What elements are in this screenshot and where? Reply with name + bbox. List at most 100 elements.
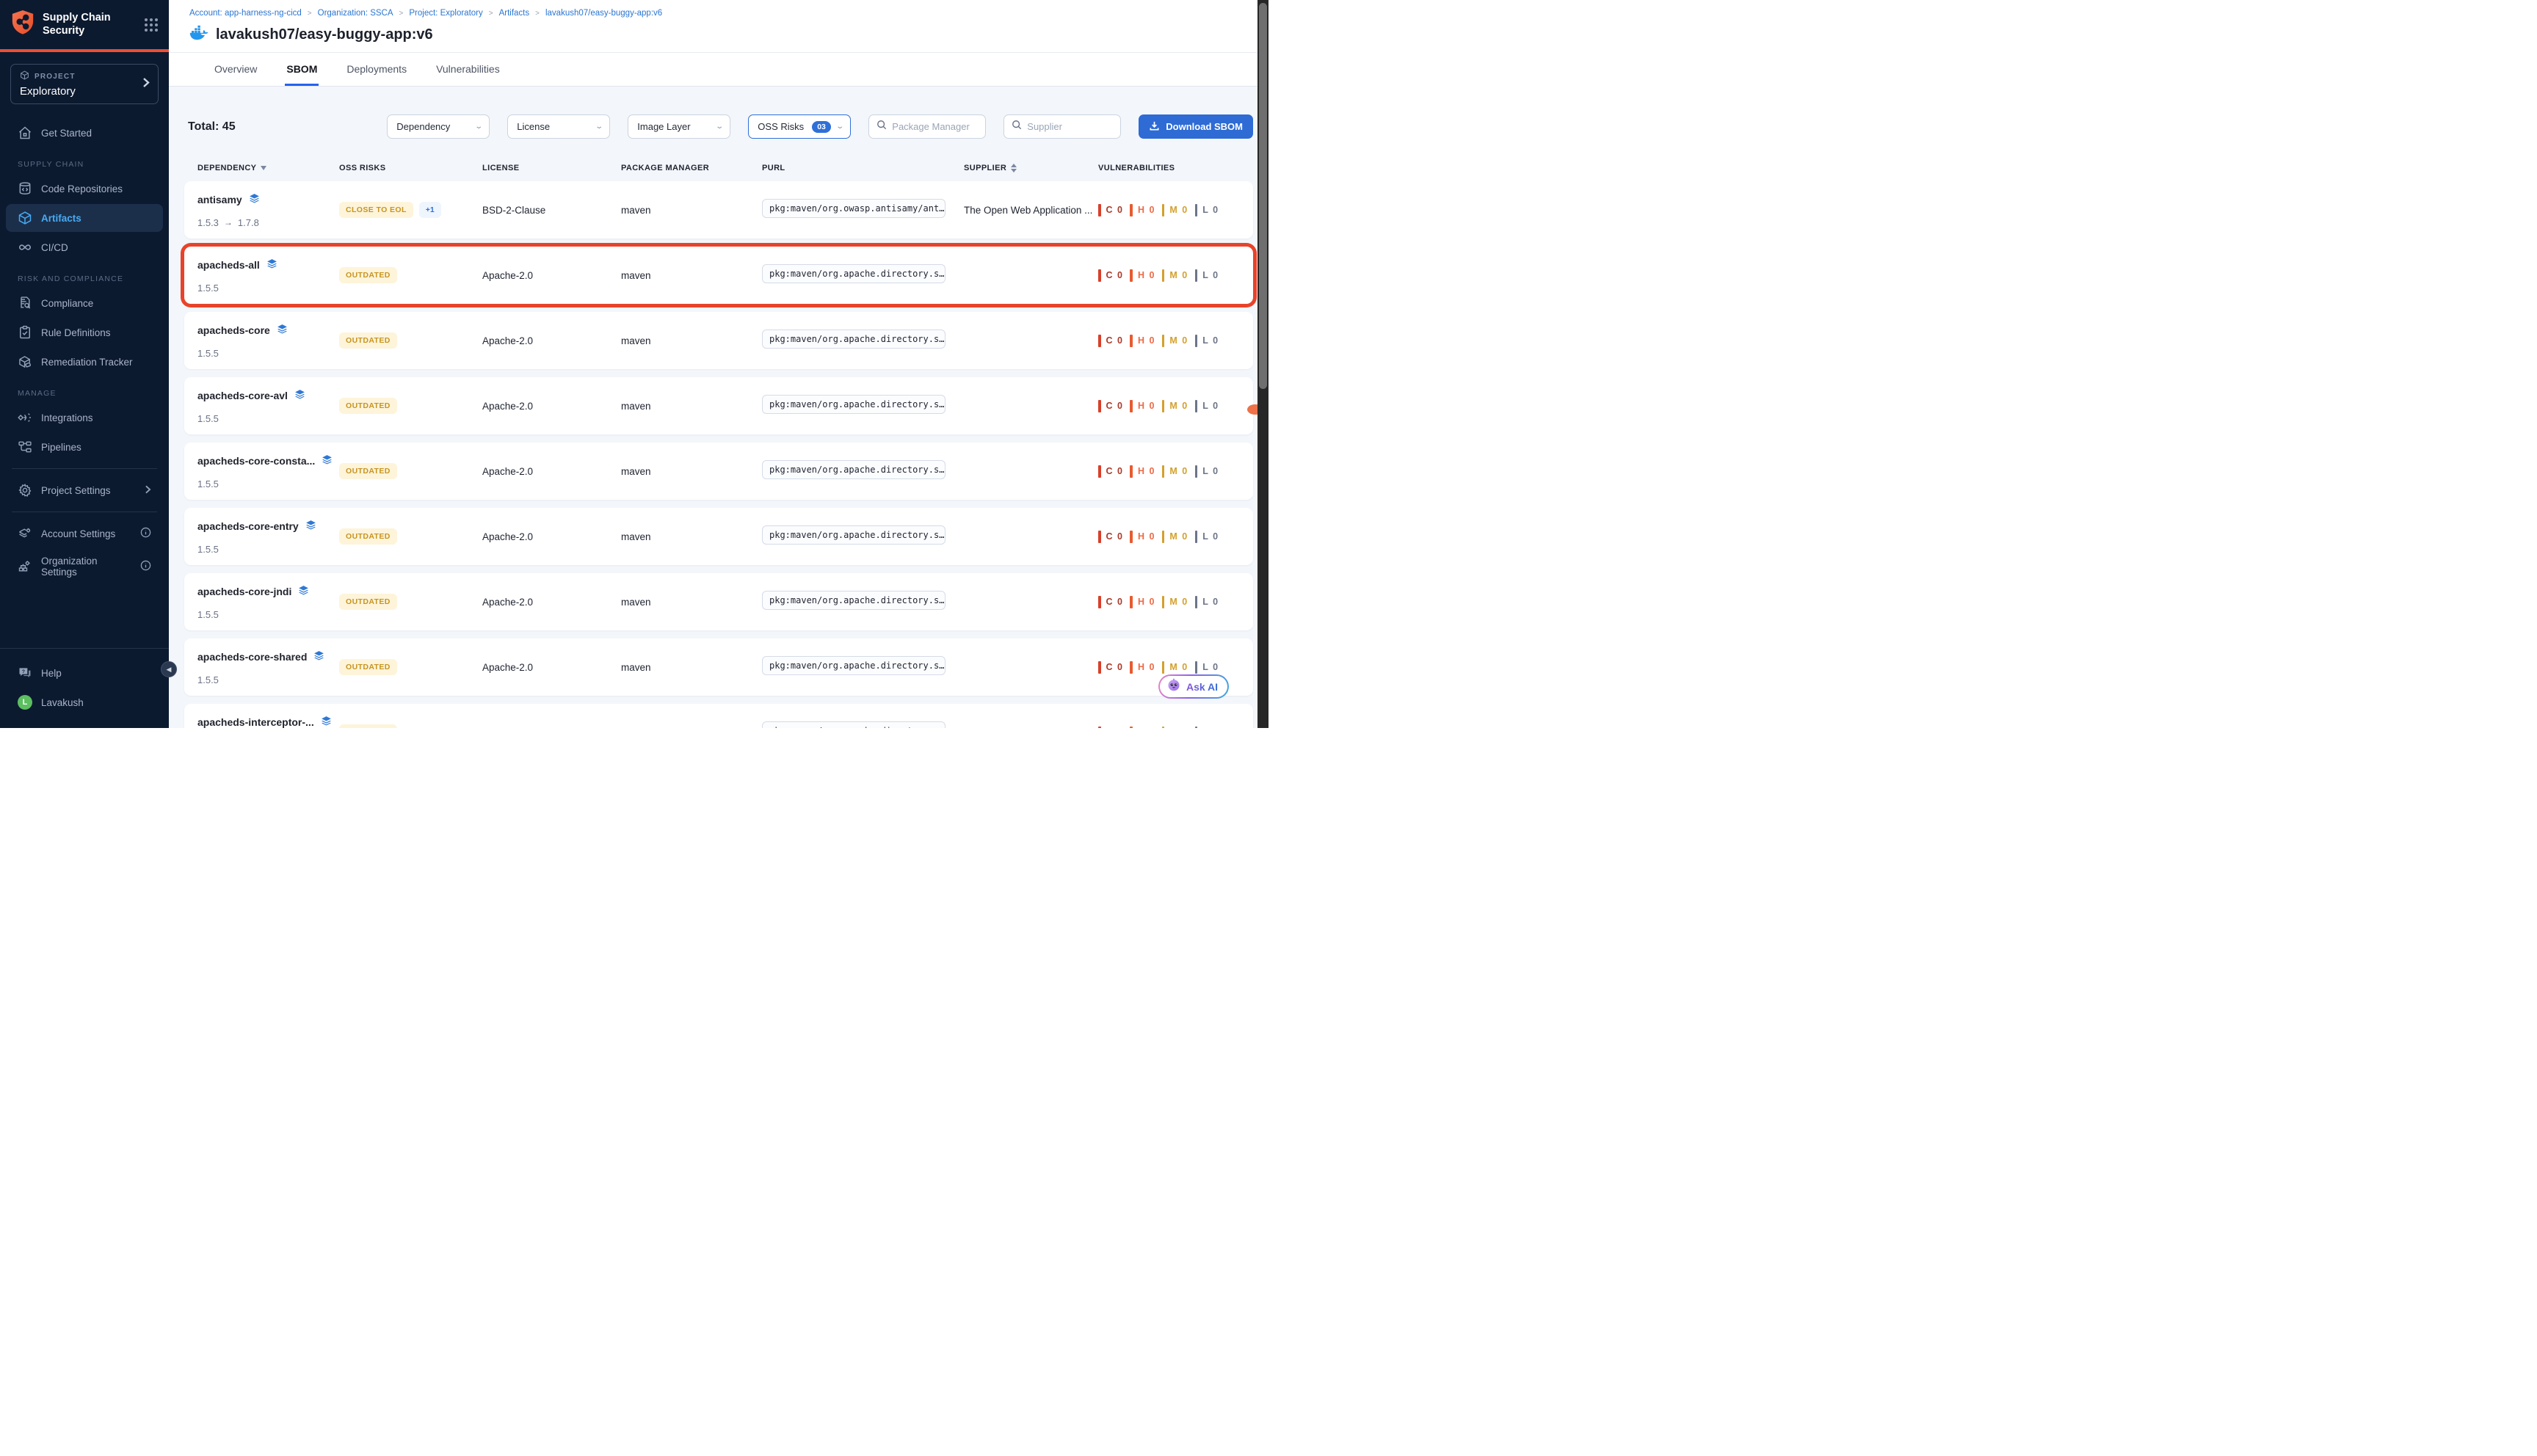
dependency-version: 1.5.5: [197, 478, 219, 489]
svg-text:?: ?: [22, 669, 25, 674]
column-header-license: LICENSE: [482, 164, 621, 172]
supply-chain-shield-logo: [10, 9, 35, 40]
sidebar-item-get-started[interactable]: Get Started: [6, 119, 163, 147]
sidebar-collapse-button[interactable]: ◀: [161, 661, 177, 677]
breadcrumb-link[interactable]: lavakush07/easy-buggy-app:v6: [545, 9, 662, 18]
oss-risk-badge: OUTDATED: [339, 463, 397, 479]
info-icon[interactable]: [140, 527, 151, 540]
table-row[interactable]: apacheds-core-consta... 1.5.5 → OUTDATED…: [184, 443, 1253, 500]
oss-risks-filter-select[interactable]: OSS Risks 03 ⌄: [748, 114, 851, 139]
tab-overview[interactable]: Overview: [213, 53, 258, 86]
vulnerability-counts: C 0H 0M 0L 0: [1098, 727, 1253, 729]
oss-risk-badges: OUTDATED: [339, 724, 482, 728]
sidebar-item-rule-definitions[interactable]: Rule Definitions: [6, 318, 163, 346]
integrations-icon: [18, 410, 32, 425]
image-layer-filter-select[interactable]: Image Layer ⌄: [628, 114, 730, 139]
breadcrumb-link[interactable]: Organization: SSCA: [318, 9, 393, 18]
severity-bar: [1195, 727, 1198, 729]
severity-bar: [1130, 204, 1133, 216]
breadcrumb-link[interactable]: Account: app-harness-ng-cicd: [189, 9, 302, 18]
dependency-name: apacheds-all: [197, 259, 260, 271]
project-selector-label: PROJECT: [35, 73, 76, 81]
package-manager: maven: [621, 662, 762, 673]
breadcrumb-link[interactable]: Artifacts: [499, 9, 530, 18]
info-icon[interactable]: [140, 560, 151, 573]
vulnerability-segment-m: M 0: [1162, 400, 1188, 412]
table-row[interactable]: apacheds-core-avl 1.5.5 → OUTDATED Apach…: [184, 377, 1253, 434]
table-row-highlighted[interactable]: apacheds-all 1.5.5 → OUTDATED Apache-2.0…: [184, 247, 1253, 304]
layers-icon: [320, 715, 333, 729]
severity-bar: [1130, 596, 1133, 608]
ai-robot-icon: [1166, 677, 1181, 696]
vulnerability-counts: C 0H 0M 0L 0: [1098, 661, 1253, 674]
vulnerability-segment-l: L 0: [1195, 400, 1219, 412]
module-grid-icon[interactable]: [144, 18, 159, 32]
dependency-name: apacheds-core-avl: [197, 390, 288, 401]
table-row[interactable]: antisamy 1.5.3 → 1.7.8 CLOSE TO EOL+1 BS…: [184, 181, 1253, 239]
scrollbar-track[interactable]: [1257, 0, 1268, 728]
vulnerability-segment-h: H 0: [1130, 727, 1155, 729]
table-row[interactable]: apacheds-core-entry 1.5.5 → OUTDATED Apa…: [184, 508, 1253, 565]
org-gear-icon: [18, 559, 32, 574]
tab-vulnerabilities[interactable]: Vulnerabilities: [435, 53, 501, 86]
vulnerability-segment-c: C 0: [1098, 596, 1123, 608]
dependency-filter-select[interactable]: Dependency ⌄: [387, 114, 490, 139]
sidebar-item-artifacts[interactable]: Artifacts: [6, 204, 163, 232]
severity-count: L 0: [1202, 466, 1219, 476]
sidebar-item-label: Code Repositories: [41, 183, 123, 194]
vulnerability-counts: C 0H 0M 0L 0: [1098, 465, 1253, 478]
package-manager: maven: [621, 466, 762, 477]
user-menu[interactable]: L Lavakush: [6, 688, 163, 716]
tab-sbom[interactable]: SBOM: [285, 53, 319, 86]
purl-value: pkg:maven/org.apache.directory.s…: [762, 395, 946, 414]
severity-bar: [1195, 269, 1198, 282]
package-manager-search[interactable]: [868, 114, 986, 139]
supplier-search-input[interactable]: [1027, 121, 1113, 132]
vulnerability-segment-l: L 0: [1195, 531, 1219, 543]
column-header-dependency[interactable]: DEPENDENCY: [197, 164, 339, 172]
severity-bar: [1162, 727, 1165, 729]
sidebar-item-compliance[interactable]: Compliance: [6, 289, 163, 317]
sidebar-item-pipelines[interactable]: Pipelines: [6, 433, 163, 461]
breadcrumb-link[interactable]: Project: Exploratory: [409, 9, 482, 18]
sidebar-item-remediation-tracker[interactable]: Remediation Tracker: [6, 348, 163, 376]
help-button[interactable]: ? Help: [6, 659, 163, 687]
supplier-search[interactable]: [1003, 114, 1121, 139]
sidebar-item-code-repositories[interactable]: Code Repositories: [6, 175, 163, 203]
ask-ai-button[interactable]: Ask AI: [1158, 674, 1229, 699]
code-repo-icon: [18, 181, 32, 196]
download-sbom-button[interactable]: Download SBOM: [1139, 114, 1253, 139]
severity-bar: [1162, 204, 1165, 216]
column-header-supplier[interactable]: SUPPLIER: [964, 164, 1098, 172]
sidebar-item-label: Remediation Tracker: [41, 357, 133, 368]
sidebar-item-account-settings[interactable]: Account Settings: [6, 520, 163, 547]
tab-deployments[interactable]: Deployments: [345, 53, 408, 86]
vulnerability-counts: C 0H 0M 0L 0: [1098, 531, 1253, 543]
pipelines-icon: [18, 440, 32, 454]
package-manager-search-input[interactable]: [892, 121, 978, 132]
sidebar-item-organization-settings[interactable]: Organization Settings: [6, 549, 163, 584]
table-row[interactable]: apacheds-core-jndi 1.5.5 → OUTDATED Apac…: [184, 573, 1253, 630]
sidebar-item-label: Get Started: [41, 128, 92, 139]
severity-count: L 0: [1202, 205, 1219, 215]
page-title: lavakush07/easy-buggy-app:v6: [216, 26, 433, 43]
severity-bar: [1162, 335, 1165, 347]
ask-ai-label: Ask AI: [1186, 681, 1218, 693]
table-row[interactable]: apacheds-core-shared 1.5.5 → OUTDATED Ap…: [184, 638, 1253, 696]
sidebar-item-project-settings[interactable]: Project Settings: [6, 476, 163, 504]
toolbar: Total: 45 Dependency ⌄ License ⌄ Image L…: [184, 114, 1253, 139]
severity-bar: [1162, 661, 1165, 674]
severity-bar: [1195, 204, 1198, 216]
docker-icon: [189, 25, 208, 45]
severity-bar: [1130, 400, 1133, 412]
table-row[interactable]: apacheds-interceptor-... 1.5.5 → OUTDATE…: [184, 704, 1253, 728]
breadcrumb-separator: >: [399, 10, 404, 18]
scrollbar-thumb[interactable]: [1259, 3, 1267, 389]
sidebar-item-cicd[interactable]: CI/CD: [6, 233, 163, 261]
chevron-right-icon: [142, 77, 150, 91]
license-filter-select[interactable]: License ⌄: [507, 114, 610, 139]
license: Apache-2.0: [482, 401, 621, 412]
project-selector[interactable]: PROJECT Exploratory: [10, 64, 159, 104]
sidebar-item-integrations[interactable]: Integrations: [6, 404, 163, 432]
table-row[interactable]: apacheds-core 1.5.5 → OUTDATED Apache-2.…: [184, 312, 1253, 369]
